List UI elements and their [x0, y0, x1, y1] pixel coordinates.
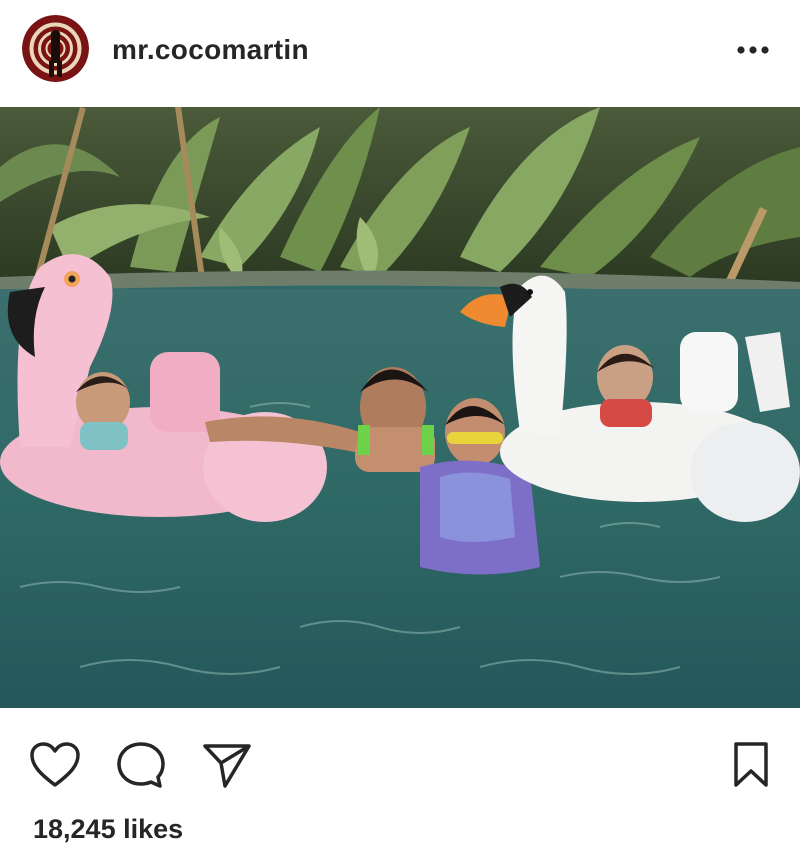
heart-icon [30, 742, 80, 787]
post-username[interactable]: mr.cocomartin [112, 33, 309, 67]
bookmark-icon [734, 742, 768, 787]
more-options-button[interactable] [728, 30, 778, 70]
profile-avatar[interactable] [22, 15, 89, 82]
post-photo[interactable] [0, 107, 800, 708]
post-header: mr.cocomartin [0, 0, 800, 107]
like-button[interactable] [26, 736, 84, 794]
baby-left [76, 372, 130, 450]
send-icon [203, 744, 251, 788]
share-button[interactable] [198, 736, 256, 794]
comment-icon [117, 742, 165, 788]
baby-right [597, 345, 655, 427]
save-button[interactable] [722, 736, 780, 794]
likes-count[interactable]: 18,245 likes [33, 812, 183, 846]
post-actions [0, 708, 800, 808]
more-horizontal-icon [737, 46, 769, 54]
comment-button[interactable] [112, 736, 170, 794]
